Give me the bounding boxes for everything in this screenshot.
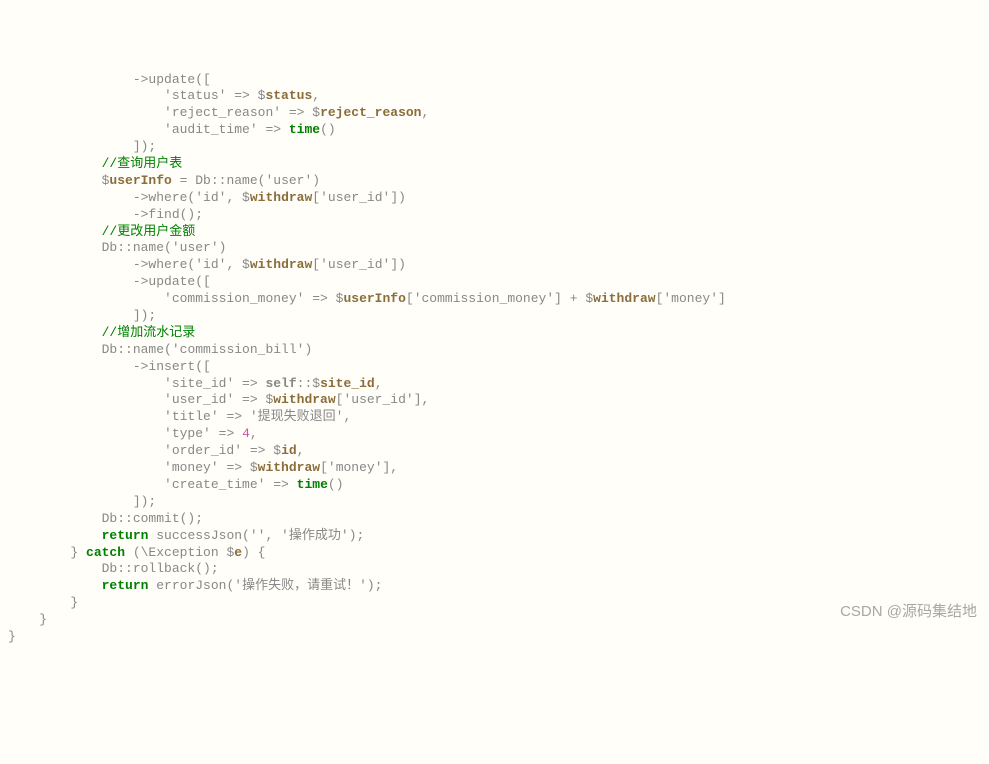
code-line: $userInfo = Db::name('user') (8, 173, 981, 190)
code-line: //查询用户表 (8, 156, 981, 173)
code-line: //更改用户金额 (8, 224, 981, 241)
code-line: } (8, 595, 981, 612)
code-line: ->where('id', $withdraw['user_id']) (8, 190, 981, 207)
code-line: 'user_id' => $withdraw['user_id'], (8, 392, 981, 409)
code-line: 'order_id' => $id, (8, 443, 981, 460)
code-line: ->insert([ (8, 359, 981, 376)
code-line: ->update([ (8, 274, 981, 291)
csdn-watermark: CSDN @源码集结地 (840, 602, 977, 622)
code-line: ->find(); (8, 207, 981, 224)
code-line: 'status' => $status, (8, 88, 981, 105)
code-line: Db::rollback(); (8, 561, 981, 578)
code-line: Db::name('commission_bill') (8, 342, 981, 359)
code-line: ]); (8, 139, 981, 156)
code-line: Db::name('user') (8, 240, 981, 257)
code-line: } (8, 612, 981, 629)
code-line: 'reject_reason' => $reject_reason, (8, 105, 981, 122)
code-line: 'money' => $withdraw['money'], (8, 460, 981, 477)
code-line: ]); (8, 308, 981, 325)
code-line: ->where('id', $withdraw['user_id']) (8, 257, 981, 274)
code-line: return errorJson('操作失败，请重试！'); (8, 578, 981, 595)
code-line: } catch (\Exception $e) { (8, 545, 981, 562)
code-block: ->update([ 'status' => $status, 'reject_… (8, 72, 981, 646)
code-line: ->update([ (8, 72, 981, 89)
code-line: ]); (8, 494, 981, 511)
code-line: 'title' => '提现失败退回', (8, 409, 981, 426)
code-line: 'site_id' => self::$site_id, (8, 376, 981, 393)
code-line: 'create_time' => time() (8, 477, 981, 494)
code-line: 'audit_time' => time() (8, 122, 981, 139)
code-line: 'type' => 4, (8, 426, 981, 443)
code-line: return successJson('', '操作成功'); (8, 528, 981, 545)
code-line: //增加流水记录 (8, 325, 981, 342)
code-line: 'commission_money' => $userInfo['commiss… (8, 291, 981, 308)
code-line: } (8, 629, 981, 646)
code-line: Db::commit(); (8, 511, 981, 528)
